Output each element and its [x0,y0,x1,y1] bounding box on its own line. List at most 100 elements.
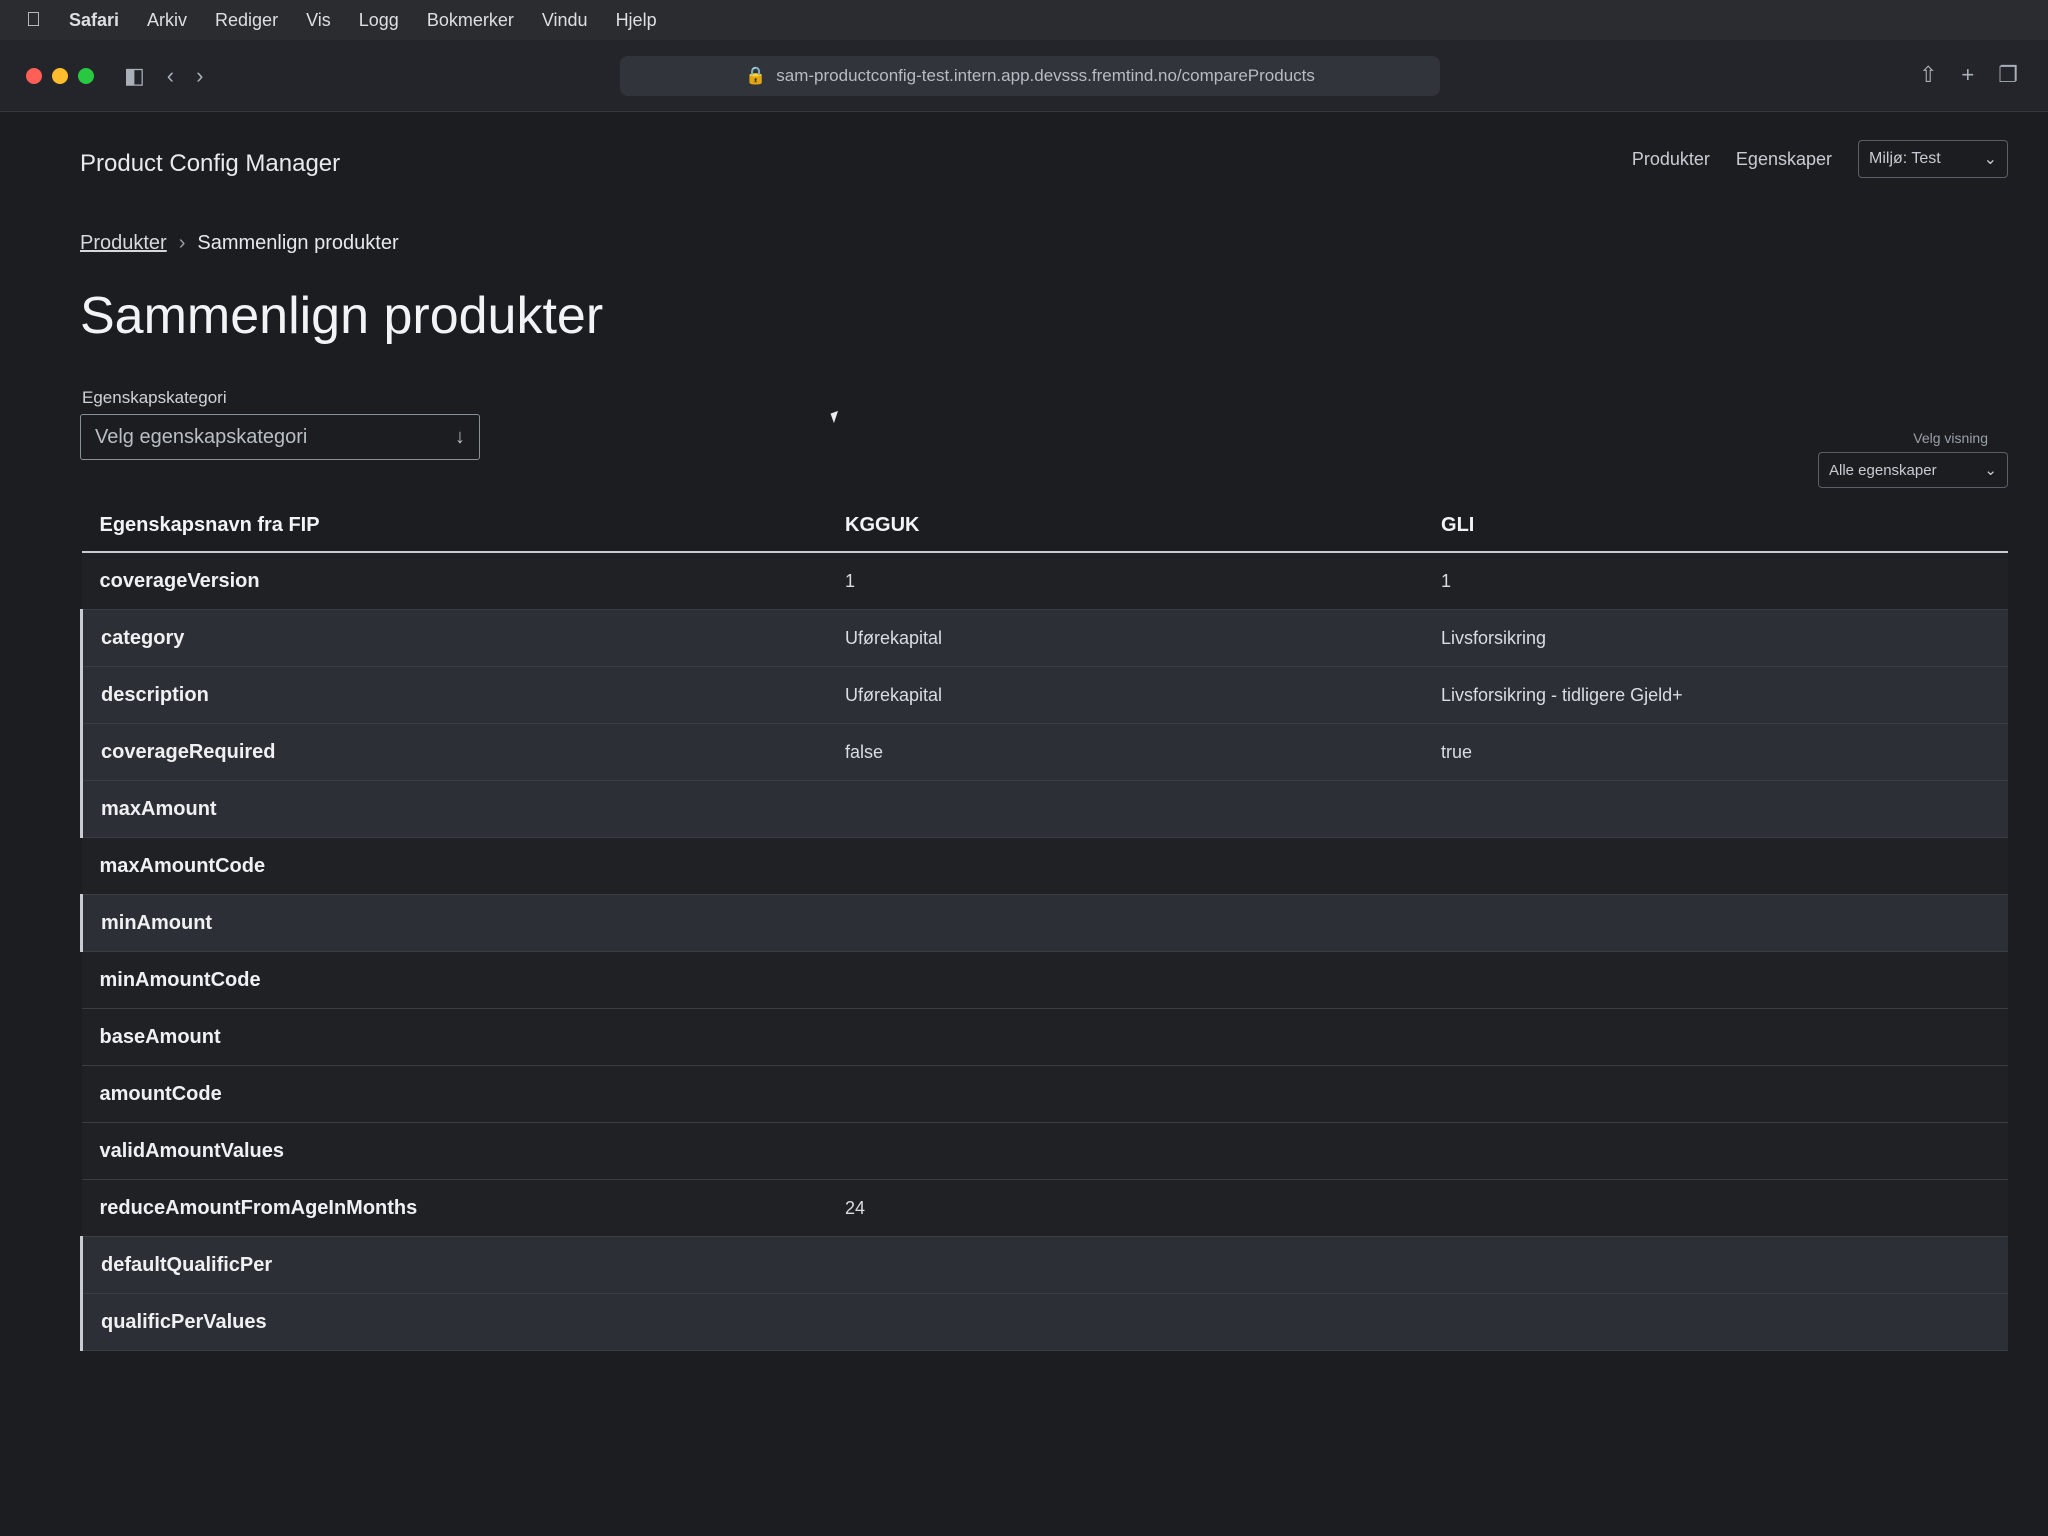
property-name-cell: defaultQualificPer [80,1236,828,1294]
kgguk-value-cell: false [827,723,1424,781]
menu-rediger[interactable]: Rediger [215,10,278,31]
menu-bokmerker[interactable]: Bokmerker [427,10,514,31]
kgguk-value-cell [827,1008,1424,1066]
property-name-cell: minAmountCode [81,951,828,1009]
browser-toolbar: ◧ ‹ › 🔒 sam-productconfig-test.intern.ap… [0,40,2048,112]
gli-value-cell [1423,1122,2008,1180]
environment-select[interactable]: Miljø: Test ⌄ [1858,140,2008,178]
table-row: baseAmount [81,1008,2008,1066]
gli-value-cell: Livsforsikring - tidligere Gjeld+ [1423,666,2008,724]
table-row: coverageRequired false true [80,723,2008,781]
view-filter-label: Velg visning [1913,430,1988,446]
chevron-down-icon: ⌄ [1984,462,1997,479]
gli-value-cell [1423,1065,2008,1123]
app-title: Product Config Manager [80,150,341,177]
lock-icon: 🔒 [745,66,767,85]
menu-vis[interactable]: Vis [306,10,331,31]
table-row: coverageVersion 1 1 [81,552,2008,610]
kgguk-value-cell: 1 [827,552,1424,610]
breadcrumb-produkter-link[interactable]: Produkter [80,232,167,255]
breadcrumb: Produkter › Sammenlign produkter [80,232,399,255]
kgguk-value-cell [827,1122,1424,1180]
address-bar[interactable]: 🔒 sam-productconfig-test.intern.app.devs… [620,56,1440,96]
gli-value-cell [1423,1179,2008,1237]
toolbar-right: ⇧ + ❐ [1919,62,2018,88]
page-title: Sammenlign produkter [80,287,604,345]
table-row: reduceAmountFromAgeInMonths 24 [81,1179,2008,1237]
comparison-table: Egenskapsnavn fra FIP KGGUK GLI coverage… [80,500,2008,1351]
nav-egenskaper[interactable]: Egenskaper [1736,149,1832,170]
breadcrumb-separator: › [178,232,186,254]
table-row: description Uførekapital Livsforsikring - … [80,666,2008,724]
table-row: minAmount [80,894,2008,952]
property-name-cell: validAmountValues [81,1122,828,1180]
maximize-window-button[interactable] [78,67,94,84]
gli-value-cell [1423,780,2008,838]
kgguk-value-cell [827,1293,1424,1351]
gli-value-cell [1423,1293,2008,1351]
gli-value-cell: 1 [1423,552,2008,610]
menu-hjelp[interactable]: Hjelp [616,10,657,31]
arrow-down-icon: ↓ [455,425,465,448]
property-name-cell: maxAmount [80,780,828,838]
mouse-cursor [830,410,842,424]
kgguk-value-cell [827,1236,1424,1294]
breadcrumb-current: Sammenlign produkter [197,232,399,254]
back-arrow-icon[interactable]: ‹ [167,63,174,89]
kgguk-value-cell [827,894,1424,952]
close-window-button[interactable] [26,67,42,84]
gli-value-cell: Livsforsikring [1423,609,2008,667]
gli-value-cell: true [1423,723,2008,781]
url-text: sam-productconfig-test.intern.app.devsss… [776,66,1315,85]
property-name-cell: reduceAmountFromAgeInMonths [81,1179,828,1237]
nav-produkter[interactable]: Produkter [1632,149,1710,170]
gli-value-cell [1423,1008,2008,1066]
table-row: maxAmountCode [81,837,2008,895]
minimize-window-button[interactable] [52,67,68,84]
gli-value-cell [1423,894,2008,952]
menu-arkiv[interactable]: Arkiv [147,10,187,31]
menu-logg[interactable]: Logg [359,10,399,31]
kgguk-value-cell: Uførekapital [827,609,1424,667]
menu-app-name[interactable]: Safari [69,10,119,31]
kgguk-value-cell: Uførekapital [827,666,1424,724]
chevron-down-icon: ⌄ [1983,151,1997,168]
sidebar-toggle-icon[interactable]: ◧ [124,63,145,89]
category-select[interactable]: Velg egenskapskategori ↓ [80,414,480,460]
property-name-cell: minAmount [80,894,828,952]
property-name-cell: maxAmountCode [81,837,828,895]
tabs-overview-icon[interactable]: ❐ [1998,62,2018,88]
table-header-row: Egenskapsnavn fra FIP KGGUK GLI [81,500,2008,553]
table-row: validAmountValues [81,1122,2008,1180]
top-navigation: Produkter Egenskaper Miljø: Test ⌄ [1632,140,2008,178]
gli-value-cell [1423,837,2008,895]
share-icon[interactable]: ⇧ [1919,62,1937,88]
table-row: amountCode [81,1065,2008,1123]
category-label: Egenskapskategori [82,388,227,407]
forward-arrow-icon[interactable]: › [196,63,203,89]
table-row: maxAmount [80,780,2008,838]
property-name-cell: category [80,609,828,667]
property-name-cell: baseAmount [81,1008,828,1066]
window-controls [26,67,94,84]
apple-icon[interactable]:  [26,9,41,32]
property-name-cell: qualificPerValues [80,1293,828,1351]
view-filter-select[interactable]: Alle egenskaper ⌄ [1818,452,2008,488]
new-tab-icon[interactable]: + [1961,62,1974,88]
property-name-cell: description [80,666,828,724]
macos-menubar:  Safari Arkiv Rediger Vis Logg Bokmerke… [0,0,2048,40]
table-row: defaultQualificPer [80,1236,2008,1294]
header-product-kgguk: KGGUK [827,500,1424,553]
property-name-cell: amountCode [81,1065,828,1123]
kgguk-value-cell [827,1065,1424,1123]
gli-value-cell [1423,951,2008,1009]
kgguk-value-cell [827,951,1424,1009]
header-product-gli: GLI [1423,500,2008,553]
view-filter-value: Alle egenskaper [1829,461,1937,479]
kgguk-value-cell [827,837,1424,895]
table-row: qualificPerValues [80,1293,2008,1351]
gli-value-cell [1423,1236,2008,1294]
kgguk-value-cell [827,780,1424,838]
table-row: category Uførekapital Livsforsikring [80,609,2008,667]
menu-vindu[interactable]: Vindu [542,10,588,31]
